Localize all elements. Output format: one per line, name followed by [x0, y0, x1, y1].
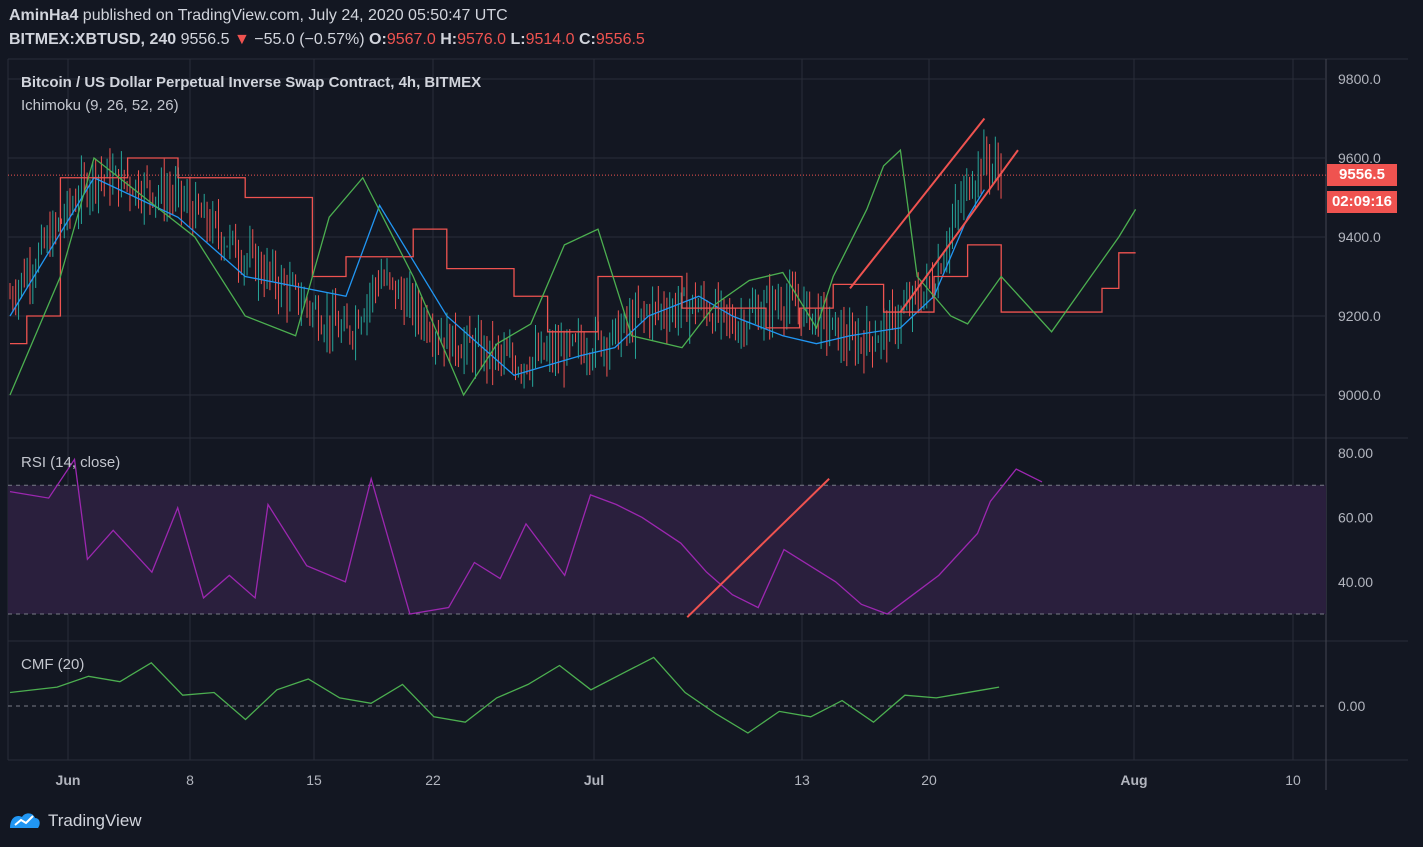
candlestick-series: [9, 129, 1002, 389]
price-grid: [8, 78, 1326, 707]
brand-footer[interactable]: TradingView: [8, 810, 142, 832]
time-tick-label: 8: [186, 772, 194, 788]
time-tick-label: Jul: [584, 772, 604, 788]
rsi-tick-label: 40.00: [1338, 574, 1373, 590]
countdown-badge: 02:09:16: [1327, 191, 1397, 213]
time-tick-label: 13: [794, 772, 810, 788]
trendline: [899, 149, 1019, 313]
rsi-label[interactable]: RSI (14, close): [21, 454, 120, 471]
time-tick-label: 20: [921, 772, 937, 788]
last-price-badge: 9556.5: [1327, 164, 1397, 186]
cmf-label[interactable]: CMF (20): [21, 656, 84, 673]
time-tick-label: 15: [306, 772, 322, 788]
axis-labels: Jun 8 15 22 Jul 13 20 Aug 109800.09600.09400.092…: [56, 71, 1381, 788]
time-tick-label: Jun: [56, 772, 81, 788]
brand-name: TradingView: [48, 811, 142, 830]
rsi-tick-label: 80.00: [1338, 445, 1373, 461]
time-grid: [67, 59, 1294, 760]
ichimoku-label[interactable]: Ichimoku (9, 26, 52, 26): [21, 97, 179, 114]
price-tick-label: 9000.0: [1338, 387, 1381, 403]
rsi-band: [8, 485, 1326, 614]
time-tick-label: 10: [1285, 772, 1301, 788]
chart-frame: [7, 58, 1408, 790]
tradingview-logo-icon: [10, 813, 40, 828]
price-tick-label: 9800.0: [1338, 71, 1381, 87]
cmf-tick-label: 0.00: [1338, 698, 1365, 714]
cmf-line: [9, 656, 1000, 734]
price-tick-label: 9400.0: [1338, 229, 1381, 245]
price-tick-label: 9200.0: [1338, 308, 1381, 324]
time-tick-label: Aug: [1120, 772, 1147, 788]
time-tick-label: 22: [425, 772, 441, 788]
rsi-tick-label: 60.00: [1338, 509, 1373, 525]
main-pane-title: Bitcoin / US Dollar Perpetual Inverse Sw…: [21, 74, 482, 91]
chart-canvas[interactable]: Jun 8 15 22 Jul 13 20 Aug 109800.09600.09400.092…: [0, 0, 1423, 847]
